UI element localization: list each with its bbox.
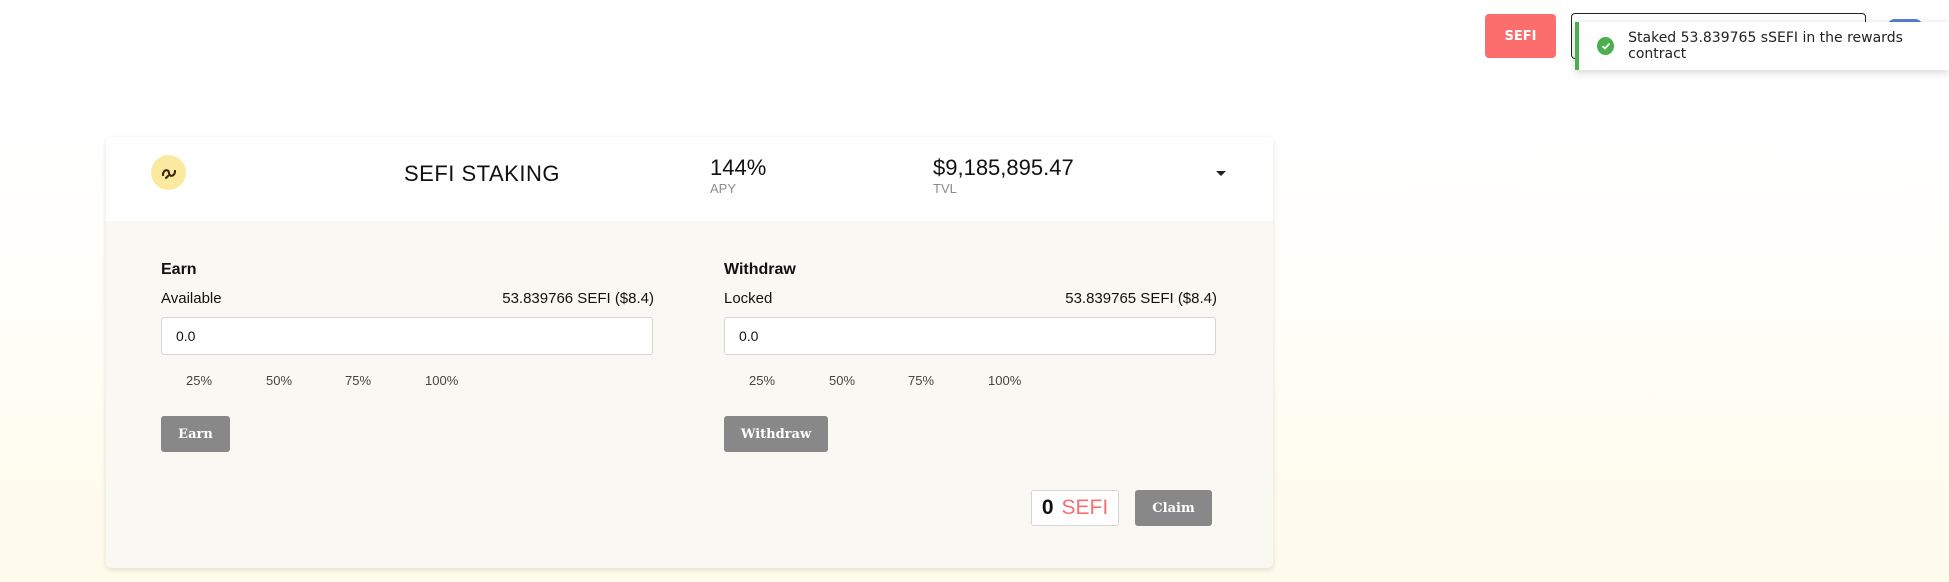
- success-toast: Staked 53.839765 sSEFI in the rewards co…: [1575, 22, 1949, 70]
- earn-button[interactable]: Earn: [161, 416, 230, 452]
- rewards-display: 0 SEFI: [1031, 490, 1119, 526]
- withdraw-button[interactable]: Withdraw: [724, 416, 828, 452]
- reward-unit: SEFI: [1061, 496, 1109, 519]
- earn-percent-75[interactable]: 75%: [345, 373, 371, 388]
- apy-value: 144%: [710, 155, 767, 180]
- earn-percent-50[interactable]: 50%: [266, 373, 292, 388]
- earn-percent-100[interactable]: 100%: [425, 373, 458, 388]
- tvl-value: $9,185,895.47: [933, 155, 1074, 180]
- withdraw-percent-75[interactable]: 75%: [908, 373, 934, 388]
- withdraw-section-title: Withdraw: [724, 261, 796, 278]
- card-header[interactable]: SEFI STAKING 144% APY $9,185,895.47 TVL: [106, 137, 1273, 221]
- sefi-token-button[interactable]: SEFI: [1485, 14, 1556, 58]
- tvl-label: TVL: [933, 181, 957, 196]
- claim-button[interactable]: Claim: [1135, 490, 1212, 526]
- earn-amount-input[interactable]: [161, 317, 653, 355]
- locked-label: Locked: [724, 290, 773, 307]
- apy-label: APY: [710, 181, 737, 196]
- withdraw-percent-25[interactable]: 25%: [749, 373, 775, 388]
- available-balance: 53.839766 SEFI ($8.4): [502, 290, 654, 307]
- collapse-caret-icon[interactable]: [1216, 171, 1226, 176]
- withdraw-amount-input[interactable]: [724, 317, 1216, 355]
- earn-percent-25[interactable]: 25%: [186, 373, 212, 388]
- reward-amount: 0: [1041, 496, 1054, 519]
- locked-balance: 53.839765 SEFI ($8.4): [1065, 290, 1217, 307]
- withdraw-percent-100[interactable]: 100%: [988, 373, 1021, 388]
- sefi-logo-icon: [151, 155, 186, 190]
- withdraw-percent-50[interactable]: 50%: [829, 373, 855, 388]
- available-label: Available: [161, 290, 222, 307]
- earn-section-title: Earn: [161, 261, 197, 278]
- checkmark-circle-icon: [1597, 37, 1615, 55]
- staking-card: SEFI STAKING 144% APY $9,185,895.47 TVL …: [106, 137, 1273, 568]
- toast-message: Staked 53.839765 sSEFI in the rewards co…: [1628, 30, 1903, 62]
- pool-title: SEFI STAKING: [404, 161, 560, 186]
